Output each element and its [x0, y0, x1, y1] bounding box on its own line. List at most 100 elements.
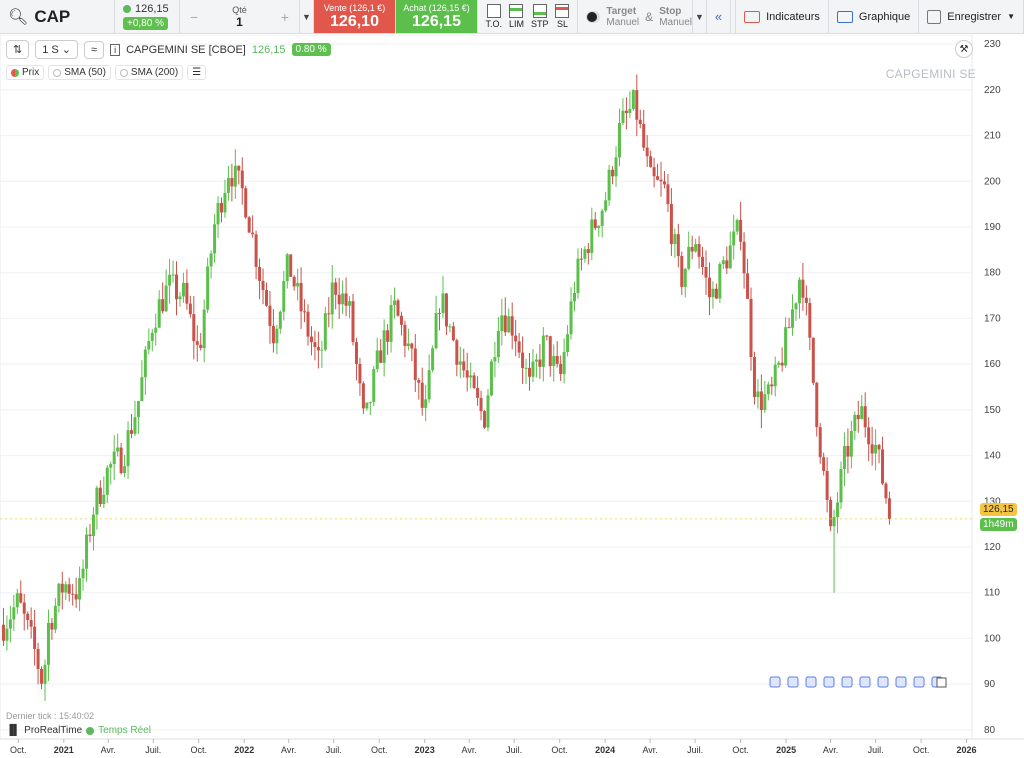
stop-label: Stop [659, 5, 682, 17]
y-tick-label: 110 [984, 588, 1000, 599]
event-marker-icon[interactable] [787, 676, 799, 688]
candle-body [496, 330, 500, 358]
event-marker-icon[interactable] [805, 676, 817, 688]
sell-button[interactable]: Vente (126,1 €) 126,10 [314, 0, 396, 33]
event-marker-icon[interactable] [769, 676, 781, 688]
stop-mode: Manuel [659, 16, 692, 28]
graphique-button[interactable]: Graphique [829, 0, 920, 33]
x-tick-label: Avr. [462, 745, 477, 755]
candle-body [213, 224, 217, 254]
target-stop-dropdown-button[interactable]: ▼ [693, 0, 707, 33]
minus-icon[interactable]: − [190, 9, 198, 25]
candle-body [344, 293, 348, 306]
ticker-symbol[interactable]: CAP [34, 7, 70, 27]
candle-body [354, 342, 358, 364]
candle-body [559, 363, 563, 374]
candle-body [285, 254, 289, 282]
qty-dropdown-button[interactable]: ▼ [300, 0, 314, 33]
order-to-icon [486, 4, 501, 18]
candle-body [126, 430, 130, 467]
indicators-icon [744, 10, 761, 23]
plus-icon[interactable]: + [281, 9, 289, 25]
candle-body [822, 457, 826, 471]
candle-body [133, 417, 137, 434]
search-icon[interactable]: 🔍︎ [8, 7, 28, 27]
candle-body [635, 90, 639, 120]
order-type-stp-button[interactable]: STP [531, 4, 549, 29]
candle-body [614, 157, 618, 177]
candle-body [147, 341, 151, 350]
candle-body [808, 303, 812, 338]
qty-input[interactable]: 1 [236, 15, 243, 29]
candle-body [673, 234, 677, 245]
candle-body [296, 282, 300, 287]
event-marker-icon[interactable] [823, 676, 835, 688]
candle-body [157, 299, 161, 328]
price-chart[interactable]: 8090100110120130140150160170180190200210… [0, 35, 1024, 758]
candle-body [552, 355, 556, 367]
indicators-button[interactable]: Indicateurs [736, 0, 829, 33]
order-type-sl-button[interactable]: SL [555, 4, 570, 29]
x-tick-label: 2024 [595, 745, 615, 755]
candle-body [815, 382, 819, 428]
info-icon[interactable]: i [110, 43, 121, 56]
indicator-prix[interactable]: Prix [6, 65, 45, 80]
settings-wrench-icon[interactable]: ⚒ [955, 40, 973, 58]
x-tick-label: Avr. [642, 745, 657, 755]
chart-area[interactable]: 80 90 100 110 120 130 140 150 160 170 180 190 200 210… [0, 35, 1024, 758]
chart-type-icon[interactable]: ≈ [84, 40, 105, 59]
candle-body [1, 624, 5, 641]
candle-body [393, 300, 397, 306]
header-price: 126,15 [251, 43, 286, 56]
candle-body [223, 192, 227, 213]
buy-button[interactable]: Achat (126,15 €) 126,15 [396, 0, 478, 33]
candle-body [531, 361, 535, 377]
indicator-sma200[interactable]: SMA (200) [114, 65, 184, 80]
candle-body [656, 176, 660, 180]
event-marker-icon[interactable] [895, 676, 907, 688]
candle-body [725, 260, 729, 269]
indicator-list-icon[interactable]: ☰ [187, 65, 207, 80]
candle-body [43, 664, 47, 684]
y-tick-label: 90 [984, 679, 996, 690]
target-stop-toggle[interactable] [586, 10, 601, 23]
candle-body [777, 362, 781, 365]
event-marker-icon[interactable] [859, 676, 871, 688]
x-tick-label: Oct. [190, 745, 207, 755]
event-marker-icon[interactable] [841, 676, 853, 688]
candle-body [226, 178, 230, 193]
event-marker-icon[interactable] [913, 676, 925, 688]
candle-body [576, 258, 580, 293]
candle-body [756, 391, 760, 398]
candle-body [81, 568, 85, 579]
candle-body [258, 266, 262, 281]
candle-body [579, 258, 583, 260]
candle-body [361, 383, 365, 409]
order-type-lim-button[interactable]: LIM [509, 4, 524, 29]
save-button[interactable]: Enregistrer ▼ [919, 0, 1024, 33]
y-tick-label: 80 [984, 725, 996, 736]
chart-switch-icon[interactable]: ⇅ [6, 40, 30, 59]
order-type-to-button[interactable]: T.O. [485, 4, 502, 29]
interval-select[interactable]: 1 S ⌄ [35, 40, 79, 59]
candle-body [721, 260, 725, 265]
candle-body [528, 367, 532, 377]
candle-body [386, 330, 390, 342]
symbol-search[interactable]: 🔍︎ CAP [0, 0, 115, 33]
double-chevron-left-icon: « [714, 9, 723, 24]
x-tick-label: 2025 [776, 745, 796, 755]
y-tick-label: 200 [984, 176, 1001, 187]
indicator-sma50[interactable]: SMA (50) [48, 65, 111, 80]
event-marker-icon[interactable] [877, 676, 889, 688]
candle-body [403, 324, 407, 347]
candle-body [105, 467, 109, 495]
candle-body [479, 397, 483, 412]
candle-body [264, 290, 268, 306]
collapse-button[interactable]: « [707, 0, 731, 33]
candle-body [60, 583, 64, 593]
events-info-icon[interactable] [936, 677, 947, 688]
candle-body [791, 309, 795, 328]
candle-body [71, 593, 75, 595]
candle-body [368, 402, 372, 404]
chart-icon [836, 10, 853, 23]
